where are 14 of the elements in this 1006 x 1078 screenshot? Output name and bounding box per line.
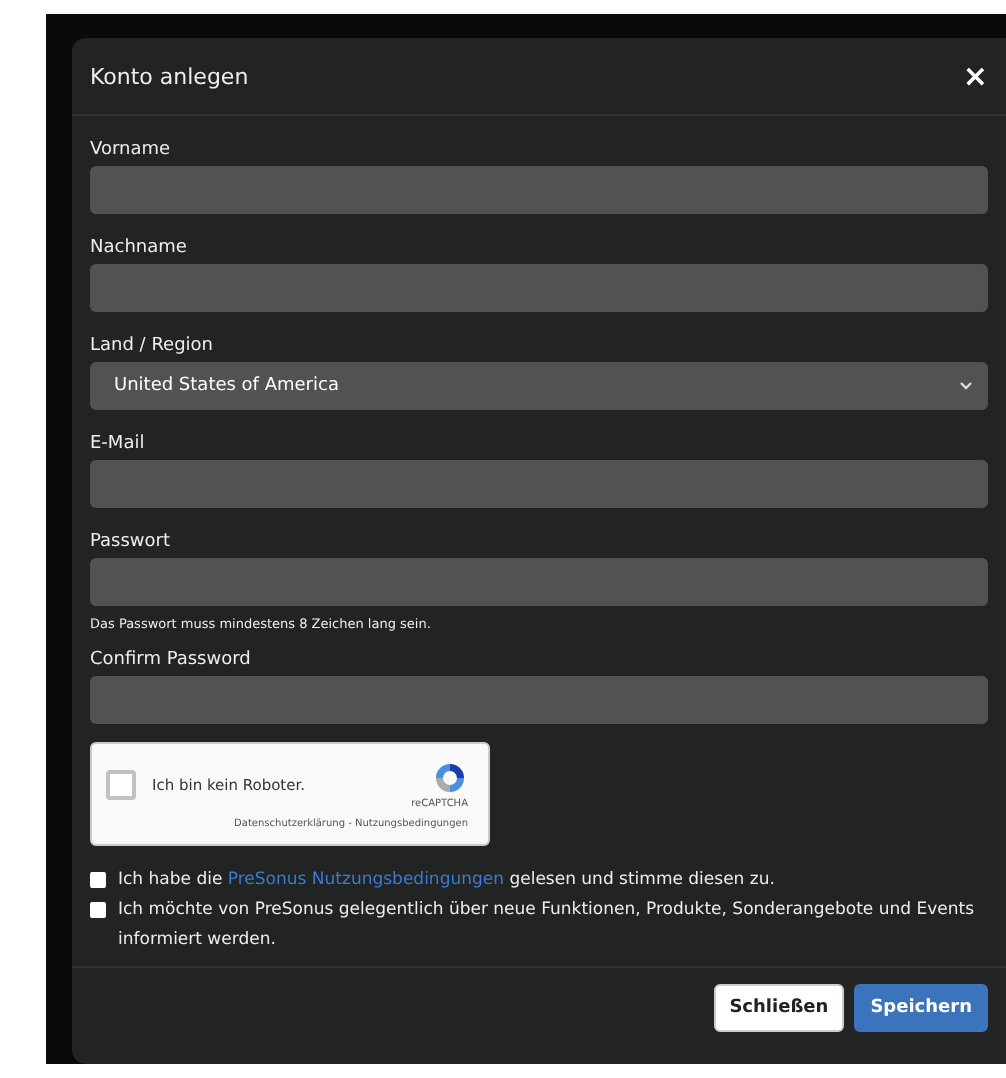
field-label: Land / Region — [90, 336, 216, 356]
terms-link[interactable]: PreSonus Nutzungsbedingungen — [227, 870, 504, 890]
country-select[interactable]: United States of America — [90, 362, 988, 410]
field-label: Vorname — [90, 140, 173, 160]
field-label: E-Mail — [90, 434, 147, 454]
field-label: Confirm Password — [90, 650, 253, 670]
consent-text: Ich möchte von PreSonus gelegentlich über neue Funktionen, Produkte, Sonderangebote und Events informiert werden. — [118, 898, 977, 954]
consent-text: Ich habe die PreSonus Nutzungsbedingungen gelesen und stimme diesen zu. — [118, 868, 775, 894]
close-button[interactable]: × — [962, 61, 988, 91]
save-button[interactable]: Speichern — [854, 984, 988, 1032]
dialog-title: Konto anlegen — [90, 63, 249, 89]
field-label: Nachname — [90, 238, 189, 258]
field-label: Passwort — [90, 532, 173, 552]
close-dialog-button[interactable]: Schließen — [713, 984, 845, 1032]
